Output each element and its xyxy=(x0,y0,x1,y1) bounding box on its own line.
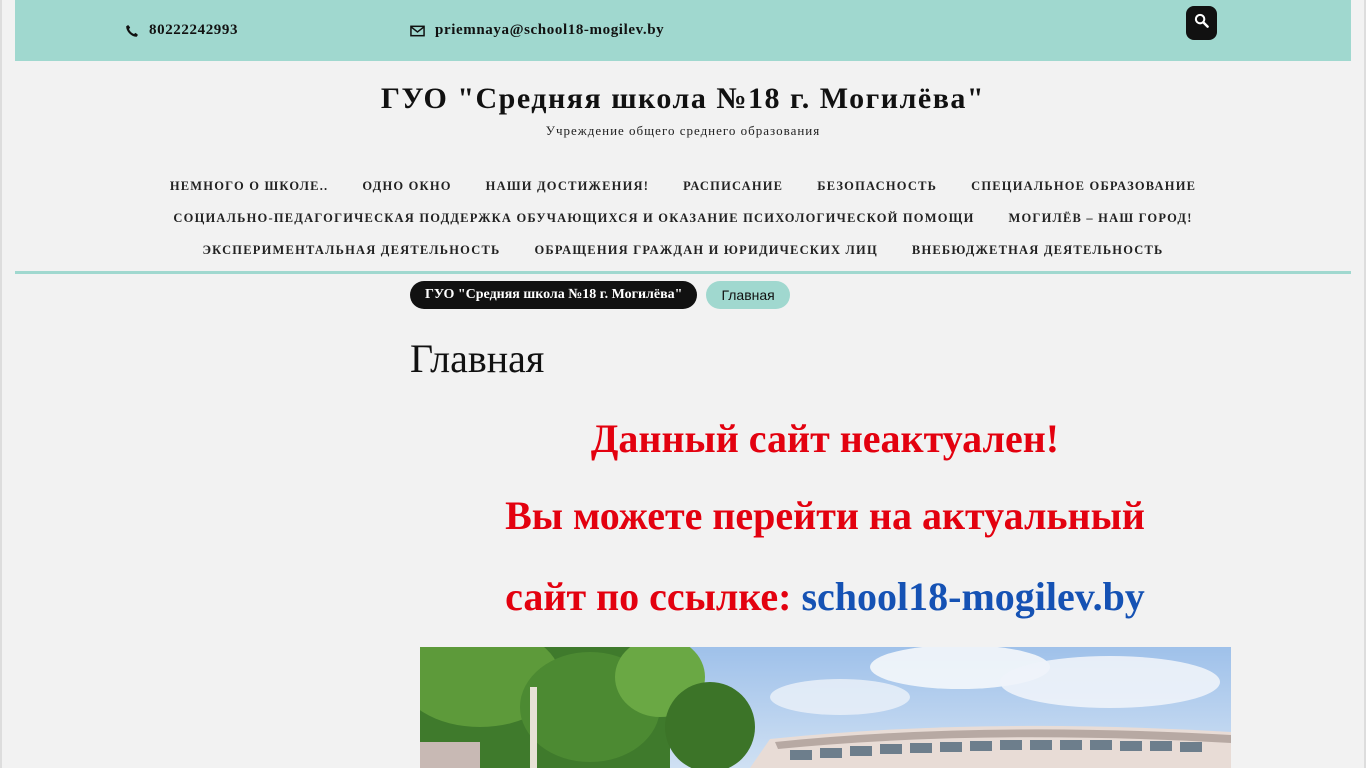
school-building-photo xyxy=(420,647,1231,768)
notice-link-prefix: сайт по ссылке: xyxy=(505,574,802,619)
nav-item-safety[interactable]: БЕЗОПАСНОСТЬ xyxy=(800,179,954,194)
search-icon xyxy=(1194,13,1209,33)
nav-item-extra-budget[interactable]: ВНЕБЮДЖЕТНАЯ ДЕЯТЕЛЬНОСТЬ xyxy=(895,243,1181,258)
notice-link-line: сайт по ссылке: school18-mogilev.by xyxy=(410,573,1240,620)
breadcrumb-home[interactable]: ГУО "Средняя школа №18 г. Могилёва" xyxy=(410,281,698,309)
phone-contact[interactable]: 80222242993 xyxy=(125,22,238,39)
nav-item-experimental[interactable]: ЭКСПЕРИМЕНТАЛЬНАЯ ДЕЯТЕЛЬНОСТЬ xyxy=(185,243,517,258)
page-title: Главная xyxy=(410,336,545,381)
breadcrumb-current: Главная xyxy=(706,281,790,309)
nav-item-citizen-appeals[interactable]: ОБРАЩЕНИЯ ГРАЖДАН И ЮРИДИЧЕСКИХ ЛИЦ xyxy=(518,243,895,258)
breadcrumb: ГУО "Средняя школа №18 г. Могилёва" Глав… xyxy=(410,281,790,309)
nav-row-2: СОЦИАЛЬНО-ПЕДАГОГИЧЕСКАЯ ПОДДЕРЖКА ОБУЧА… xyxy=(15,202,1351,234)
nav-row-1: НЕМНОГО О ШКОЛЕ.. ОДНО ОКНО НАШИ ДОСТИЖЕ… xyxy=(15,170,1351,202)
nav-item-special-education[interactable]: СПЕЦИАЛЬНОЕ ОБРАЗОВАНИЕ xyxy=(954,179,1213,194)
site-title[interactable]: ГУО "Средняя школа №18 г. Могилёва" xyxy=(0,82,1366,116)
envelope-icon xyxy=(410,25,425,37)
nav-item-mogilev-city[interactable]: МОГИЛЁВ – НАШ ГОРОД! xyxy=(992,211,1210,226)
notice-outdated: Данный сайт неактуален! xyxy=(590,416,1060,461)
nav-item-social-support[interactable]: СОЦИАЛЬНО-ПЕДАГОГИЧЕСКАЯ ПОДДЕРЖКА ОБУЧА… xyxy=(156,211,991,226)
site-subtitle: Учреждение общего среднего образования xyxy=(545,123,821,138)
notice-redirect-line: Вы можете перейти на актуальный xyxy=(505,493,1145,538)
top-contact-bar: 80222242993 priemnaya@school18-mogilev.b… xyxy=(15,0,1351,61)
email-contact[interactable]: priemnaya@school18-mogilev.by xyxy=(410,22,664,39)
nav-item-schedule[interactable]: РАСПИСАНИЕ xyxy=(666,179,800,194)
nav-item-about-school[interactable]: НЕМНОГО О ШКОЛЕ.. xyxy=(153,179,346,194)
search-button[interactable] xyxy=(1186,6,1217,40)
email-address: priemnaya@school18-mogilev.by xyxy=(435,22,665,38)
nav-divider xyxy=(15,271,1351,274)
nav-row-3: ЭКСПЕРИМЕНТАЛЬНАЯ ДЕЯТЕЛЬНОСТЬ ОБРАЩЕНИЯ… xyxy=(15,234,1351,266)
main-navigation: НЕМНОГО О ШКОЛЕ.. ОДНО ОКНО НАШИ ДОСТИЖЕ… xyxy=(15,170,1351,266)
phone-number: 80222242993 xyxy=(149,22,239,38)
nav-item-achievements[interactable]: НАШИ ДОСТИЖЕНИЯ! xyxy=(469,179,666,194)
actual-site-link[interactable]: school18-mogilev.by xyxy=(801,574,1144,619)
nav-item-one-window[interactable]: ОДНО ОКНО xyxy=(345,179,468,194)
phone-icon xyxy=(125,24,139,38)
